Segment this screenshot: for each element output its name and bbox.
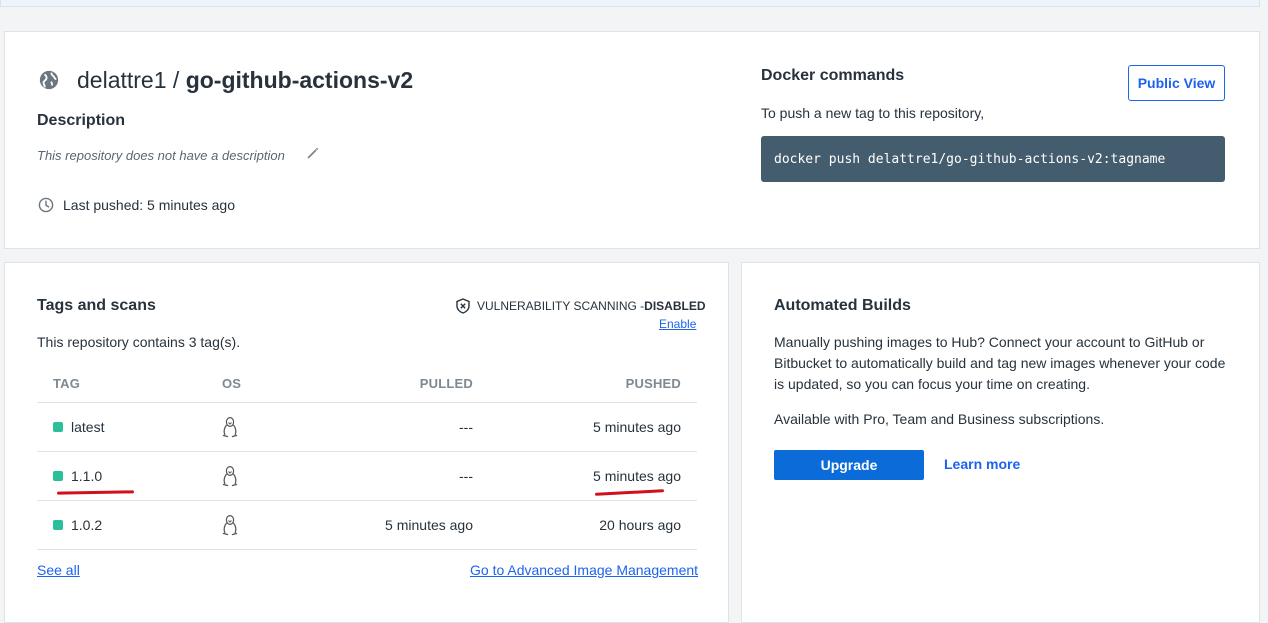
automated-builds-description: Manually pushing images to Hub? Connect … — [774, 334, 1226, 392]
vulnerability-scanning-status: VULNERABILITY SCANNING - DISABLED — [455, 298, 706, 314]
column-header-os: OS — [222, 376, 242, 391]
column-header-tag: TAG — [53, 376, 81, 391]
tag-name[interactable]: 1.0.2 — [71, 517, 102, 533]
column-header-pushed: PUSHED — [625, 376, 681, 391]
pulled-time: --- — [459, 468, 473, 484]
page-title: delattre1 / go-github-actions-v2 — [77, 67, 413, 94]
repo-owner[interactable]: delattre1 — [77, 67, 167, 93]
pushed-time: 5 minutes ago — [593, 419, 681, 435]
repository-header-card: delattre1 / go-github-actions-v2 Descrip… — [4, 31, 1260, 249]
docker-commands-heading: Docker commands — [761, 67, 905, 84]
tags-and-scans-card: Tags and scans VULNERABILITY SCANNING - … — [4, 262, 729, 623]
learn-more-link[interactable]: Learn more — [944, 456, 1020, 472]
pulled-time: --- — [459, 419, 473, 435]
docker-commands-subtext: To push a new tag to this repository, — [761, 105, 985, 121]
red-underline-annotation — [594, 489, 665, 496]
status-dot — [53, 471, 63, 481]
linux-icon — [222, 465, 238, 487]
upgrade-button[interactable]: Upgrade — [774, 450, 924, 480]
status-dot — [53, 520, 63, 530]
automated-builds-card: Automated Builds Manually pushing images… — [741, 262, 1260, 623]
automated-builds-heading: Automated Builds — [774, 297, 911, 314]
tags-table-header: TAG OS PULLED PUSHED — [37, 363, 697, 403]
advanced-image-management-link[interactable]: Go to Advanced Image Management — [470, 562, 698, 578]
see-all-link[interactable]: See all — [37, 562, 80, 578]
linux-icon — [222, 514, 238, 536]
shield-x-icon — [456, 298, 470, 314]
enable-scanning-link[interactable]: Enable — [659, 317, 696, 331]
pushed-time: 20 hours ago — [599, 517, 681, 533]
table-row[interactable]: 1.0.2 5 minutes ago 20 hours ago — [37, 501, 697, 550]
last-pushed-text: Last pushed: 5 minutes ago — [63, 197, 236, 213]
tags-heading: Tags and scans — [37, 297, 156, 314]
column-header-pulled: PULLED — [419, 376, 473, 391]
pulled-time: 5 minutes ago — [385, 517, 473, 533]
status-dot — [53, 422, 63, 432]
table-row[interactable]: 1.1.0 --- 5 minutes ago — [37, 452, 697, 501]
title-separator: / — [166, 67, 186, 93]
globe-icon — [39, 70, 59, 90]
description-text: This repository does not have a descript… — [37, 148, 285, 163]
edit-pencil-icon[interactable] — [306, 146, 320, 160]
repo-name: go-github-actions-v2 — [185, 67, 414, 93]
docker-push-command[interactable]: docker push delattre1/go-github-actions-… — [761, 136, 1225, 182]
tag-name[interactable]: latest — [71, 419, 104, 435]
tags-table: TAG OS PULLED PUSHED latest --- 5 minute… — [37, 363, 697, 550]
vulnerability-state: DISABLED — [644, 299, 706, 313]
pushed-time: 5 minutes ago — [593, 468, 681, 484]
top-banner-strip — [0, 0, 1260, 7]
tags-count-text: This repository contains 3 tag(s). — [37, 334, 241, 350]
red-underline-annotation — [56, 490, 135, 495]
linux-icon — [222, 416, 238, 438]
vulnerability-label: VULNERABILITY SCANNING - — [477, 299, 645, 313]
tag-name[interactable]: 1.1.0 — [71, 468, 102, 484]
public-view-button[interactable]: Public View — [1128, 65, 1225, 101]
clock-icon — [38, 197, 54, 213]
description-heading: Description — [37, 112, 126, 129]
table-row[interactable]: latest --- 5 minutes ago — [37, 403, 697, 452]
subscription-availability-text: Available with Pro, Team and Business su… — [774, 411, 1105, 427]
